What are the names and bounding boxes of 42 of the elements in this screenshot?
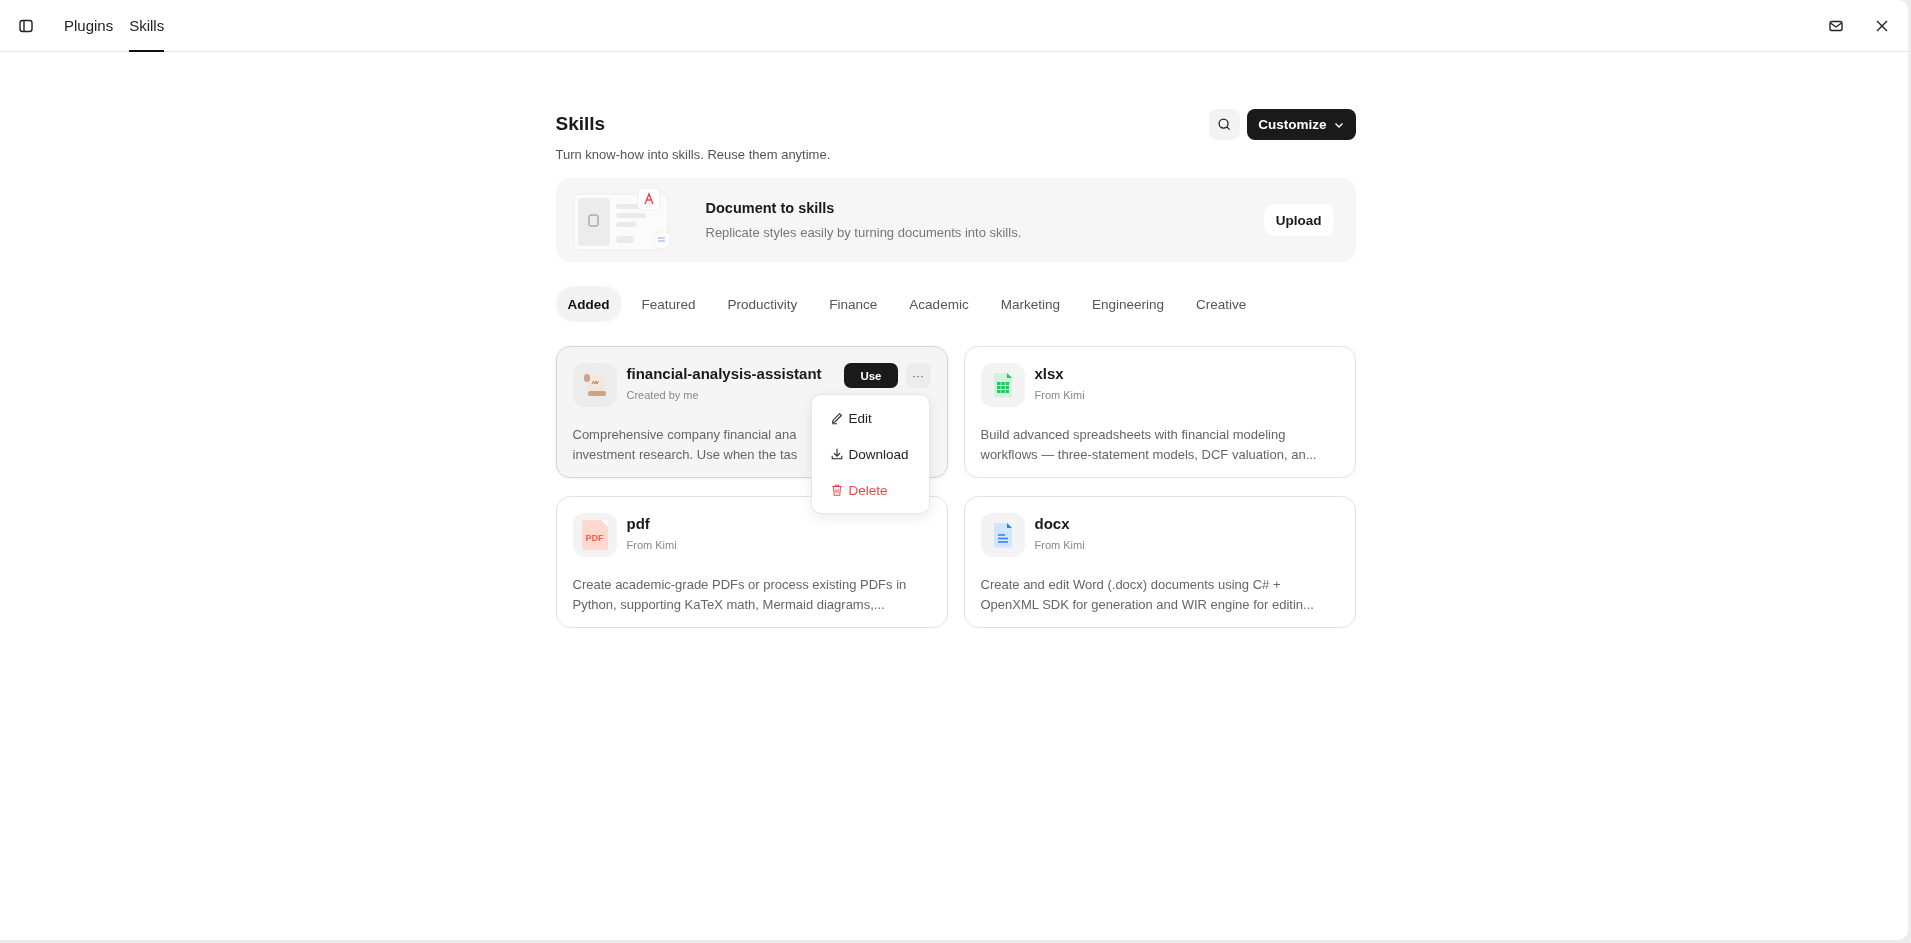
- banner-description: Replicate styles easily by turning documents into skills.: [705, 225, 1023, 240]
- use-button[interactable]: Use: [844, 363, 898, 388]
- category-tab[interactable]: Creative: [1184, 286, 1259, 322]
- skill-description: Create and edit Word (.docx) documents using C# + OpenXML SDK for generation and WIR engine for editin...: [980, 576, 1314, 614]
- customize-button[interactable]: Customize: [1247, 109, 1356, 140]
- download-icon: [829, 447, 844, 461]
- skill-source: From Kimi: [1034, 539, 1086, 551]
- category-tab[interactable]: Finance: [817, 286, 890, 322]
- skill-card[interactable]: docx From Kimi Create and edit Word (.docx) documents using C# + OpenXML SDK for generation and WIR engine for editin...: [963, 496, 1356, 628]
- page-title: Skills: [555, 113, 607, 135]
- search-button[interactable]: [1209, 109, 1241, 140]
- pencil-icon: [829, 411, 844, 425]
- nav-tab[interactable]: Plugins: [64, 0, 114, 52]
- skill-source: From Kimi: [626, 539, 678, 551]
- skill-name: financial-analysis-assistant: [626, 365, 823, 382]
- upload-button[interactable]: Upload: [1263, 204, 1334, 236]
- category-tab[interactable]: Engineering: [1079, 286, 1176, 322]
- skill-source: Created by me: [626, 389, 700, 401]
- nav-tab[interactable]: Skills: [129, 0, 165, 52]
- trash-icon: [829, 483, 844, 497]
- skill-card[interactable]: PDF pdf From Kimi Create academic-grade PDFs or process existing PDFs in Python, supporting KaTeX math, Mermaid diagrams,...: [555, 496, 948, 628]
- sidebar-toggle-icon[interactable]: [18, 17, 34, 34]
- skill-name: docx: [1034, 515, 1071, 532]
- search-icon: [1217, 117, 1233, 132]
- skill-card[interactable]: xlsx From Kimi Build advanced spreadsheets with financial modeling workflows — three-statement models, DCF valuation, an...: [963, 346, 1356, 478]
- category-tab[interactable]: Added: [555, 286, 622, 322]
- page-subtitle: Turn know-how into skills. Reuse them anytime.: [555, 147, 832, 162]
- category-tab[interactable]: Academic: [897, 286, 981, 322]
- skill-description: Build advanced spreadsheets with financial modeling workflows — three-statement models, DCF valuation, an...: [980, 426, 1317, 464]
- more-button[interactable]: ···: [905, 363, 931, 388]
- pdf-file-icon: PDF: [581, 520, 608, 550]
- skill-description: Create academic-grade PDFs or process existing PDFs in Python, supporting KaTeX math, Mermaid diagrams,...: [572, 576, 907, 614]
- skill-description: Comprehensive company financial ana investment research. Use when the tas: [572, 426, 798, 464]
- skill-source: From Kimi: [1034, 389, 1086, 401]
- skill-name: xlsx: [1034, 365, 1065, 382]
- skill-name: pdf: [626, 515, 651, 532]
- menu-item[interactable]: Download: [817, 437, 923, 471]
- category-tab[interactable]: Productivity: [715, 286, 810, 322]
- category-tab[interactable]: Marketing: [988, 286, 1072, 322]
- menu-item[interactable]: Edit: [817, 401, 923, 435]
- banner-title: Document to skills: [705, 200, 836, 216]
- category-tab[interactable]: Featured: [629, 286, 708, 322]
